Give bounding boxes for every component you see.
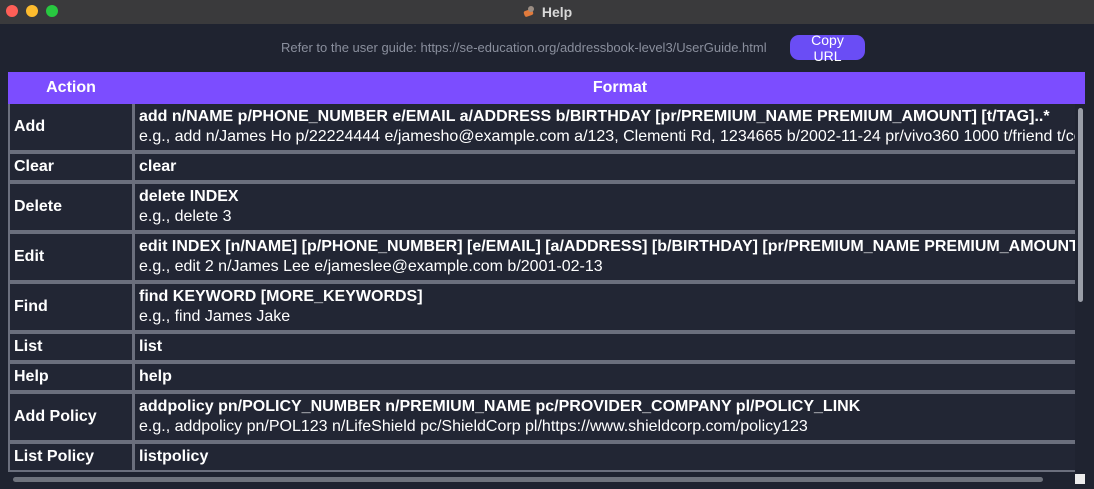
user-guide-bar: Refer to the user guide: https://se-educ… [0,24,1094,72]
command-example: e.g., add n/James Ho p/22224444 e/jamesh… [139,128,1085,145]
column-header-format[interactable]: Format [136,72,1085,104]
command-format: edit INDEX [n/NAME] [p/PHONE_NUMBER] [e/… [139,238,1085,255]
action-cell: List [10,334,132,360]
minimize-window-button[interactable] [26,5,38,17]
format-cell: delete INDEX e.g., delete 3 [135,184,1085,230]
command-format: list [139,338,163,355]
table-row[interactable]: Find find KEYWORD [MORE_KEYWORDS] e.g., fi… [8,284,1085,330]
close-window-button[interactable] [6,5,18,17]
table-row[interactable]: Delete delete INDEX e.g., delete 3 [8,184,1085,230]
window-title: Help [541,4,573,20]
format-cell: edit INDEX [n/NAME] [p/PHONE_NUMBER] [e/… [135,234,1085,280]
format-cell: help [135,364,1085,390]
table-row[interactable]: Help help [8,364,1085,390]
command-format: listpolicy [139,448,209,465]
table-row[interactable]: Add Policy addpolicy pn/POLICY_NUMBER n/P… [8,394,1085,440]
command-format: help [139,368,172,385]
command-format: addpolicy pn/POLICY_NUMBER n/PREMIUM_NAM… [139,398,861,415]
table-row[interactable]: Clear clear [8,154,1085,180]
format-cell: list [135,334,1085,360]
action-cell: List Policy [10,444,132,470]
table-body: Add add n/NAME p/PHONE_NUMBER e/EMAIL a/A… [8,104,1085,472]
table-header: Action Format [8,72,1085,104]
table-row[interactable]: Edit edit INDEX [n/NAME] [p/PHONE_NUMBER]… [8,234,1085,280]
table-row[interactable]: List Policy listpolicy [8,444,1085,470]
command-table: Action Format Add add n/NAME p/PHONE_NUMB… [8,72,1085,472]
horizontal-scrollbar-thumb[interactable] [13,477,1043,482]
table-row[interactable]: Add add n/NAME p/PHONE_NUMBER e/EMAIL a/A… [8,104,1085,150]
command-format: add n/NAME p/PHONE_NUMBER e/EMAIL a/ADDR… [139,108,1050,125]
vertical-scrollbar[interactable] [1075,104,1085,472]
command-example: e.g., delete 3 [139,208,232,225]
column-header-action[interactable]: Action [8,72,134,104]
horizontal-scrollbar[interactable] [8,472,1075,486]
table-row[interactable]: List list [8,334,1085,360]
vertical-scrollbar-thumb[interactable] [1078,108,1083,302]
command-format: find KEYWORD [MORE_KEYWORDS] [139,288,423,305]
zoom-window-button[interactable] [46,5,58,17]
action-cell: Help [10,364,132,390]
action-cell: Add [10,104,132,150]
user-guide-text: Refer to the user guide: https://se-educ… [281,40,767,55]
command-example: e.g., edit 2 n/James Lee e/jameslee@exam… [139,258,603,275]
format-cell: clear [135,154,1085,180]
action-cell: Delete [10,184,132,230]
scrollbar-corner [1075,474,1085,484]
command-example: e.g., addpolicy pn/POL123 n/LifeShield p… [139,418,808,435]
action-cell: Clear [10,154,132,180]
command-format: clear [139,158,177,175]
action-cell: Edit [10,234,132,280]
command-format: delete INDEX [139,188,239,205]
format-cell: listpolicy [135,444,1085,470]
title-bar: Help [0,0,1094,24]
pin-icon [522,5,536,19]
copy-url-button[interactable]: Copy URL [790,32,865,64]
action-cell: Add Policy [10,394,132,440]
format-cell: addpolicy pn/POLICY_NUMBER n/PREMIUM_NAM… [135,394,1085,440]
action-cell: Find [10,284,132,330]
format-cell: find KEYWORD [MORE_KEYWORDS] e.g., find J… [135,284,1085,330]
format-cell: add n/NAME p/PHONE_NUMBER e/EMAIL a/ADDR… [135,104,1085,150]
command-example: e.g., find James Jake [139,308,291,325]
window-controls [6,5,58,17]
